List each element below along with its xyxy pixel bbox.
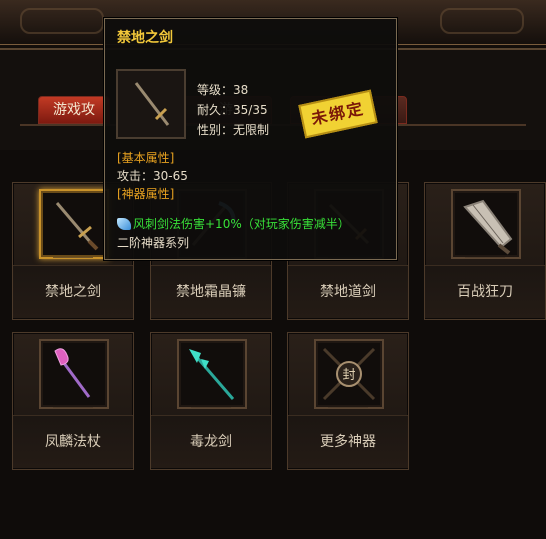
artifact-effect: 风刺剑法伤害+10%（对玩家伤害减半） — [117, 215, 350, 232]
item-name: 凤麟法杖 — [13, 415, 133, 468]
tooltip-title: 禁地之剑 — [117, 30, 173, 46]
item-name: 毒龙剑 — [151, 415, 271, 468]
tooltip-gender: 性别：无限制 — [197, 123, 270, 137]
tooltip-attack: 攻击：30-65 — [117, 169, 188, 183]
tooltip-level: 等级：38 — [197, 83, 249, 97]
item-slot: 封 — [314, 339, 384, 409]
artifact-series: 二阶神器系列 — [117, 236, 190, 250]
item-card[interactable]: 百战狂刀 — [424, 182, 546, 320]
item-slot — [451, 189, 521, 259]
sword-icon — [55, 202, 99, 251]
item-slot — [39, 189, 109, 259]
tab-game-guide[interactable]: 游戏攻 — [38, 96, 110, 124]
item-name: 禁地霜晶镰 — [151, 265, 271, 318]
sealed-more-icon: 封 — [322, 347, 376, 401]
item-card[interactable]: 封 更多神器 — [287, 332, 409, 470]
tooltip-durability: 耐久：35/35 — [197, 103, 268, 117]
item-slot — [39, 339, 109, 409]
feather-icon — [117, 218, 131, 230]
artifact-attributes-header: [神器属性] — [117, 187, 175, 201]
unbound-stamp: 未绑定 — [298, 89, 378, 139]
item-card[interactable]: 毒龙剑 — [150, 332, 272, 470]
artifact-effect-text: 风刺剑法伤害+10%（对玩家伤害减半） — [133, 217, 350, 231]
item-slot — [177, 339, 247, 409]
poison-dragon-spear-icon — [189, 349, 235, 400]
great-blade-icon — [463, 199, 513, 255]
sword-icon — [134, 82, 170, 126]
item-name: 百战狂刀 — [425, 265, 545, 318]
ornament — [20, 8, 104, 34]
item-card[interactable]: 凤麟法杖 — [12, 332, 134, 470]
phoenix-staff-icon — [54, 348, 91, 398]
item-tooltip: 禁地之剑 等级：38 耐久：35/35 性别：无限制 未绑定 [基本属性] 攻击… — [104, 18, 397, 260]
item-name: 禁地之剑 — [13, 265, 133, 318]
tooltip-item-slot — [116, 69, 186, 139]
ornament — [440, 8, 524, 34]
item-name: 禁地道剑 — [288, 265, 408, 318]
basic-attributes-header: [基本属性] — [117, 151, 175, 165]
svg-text:封: 封 — [342, 368, 355, 383]
item-name: 更多神器 — [288, 415, 408, 468]
